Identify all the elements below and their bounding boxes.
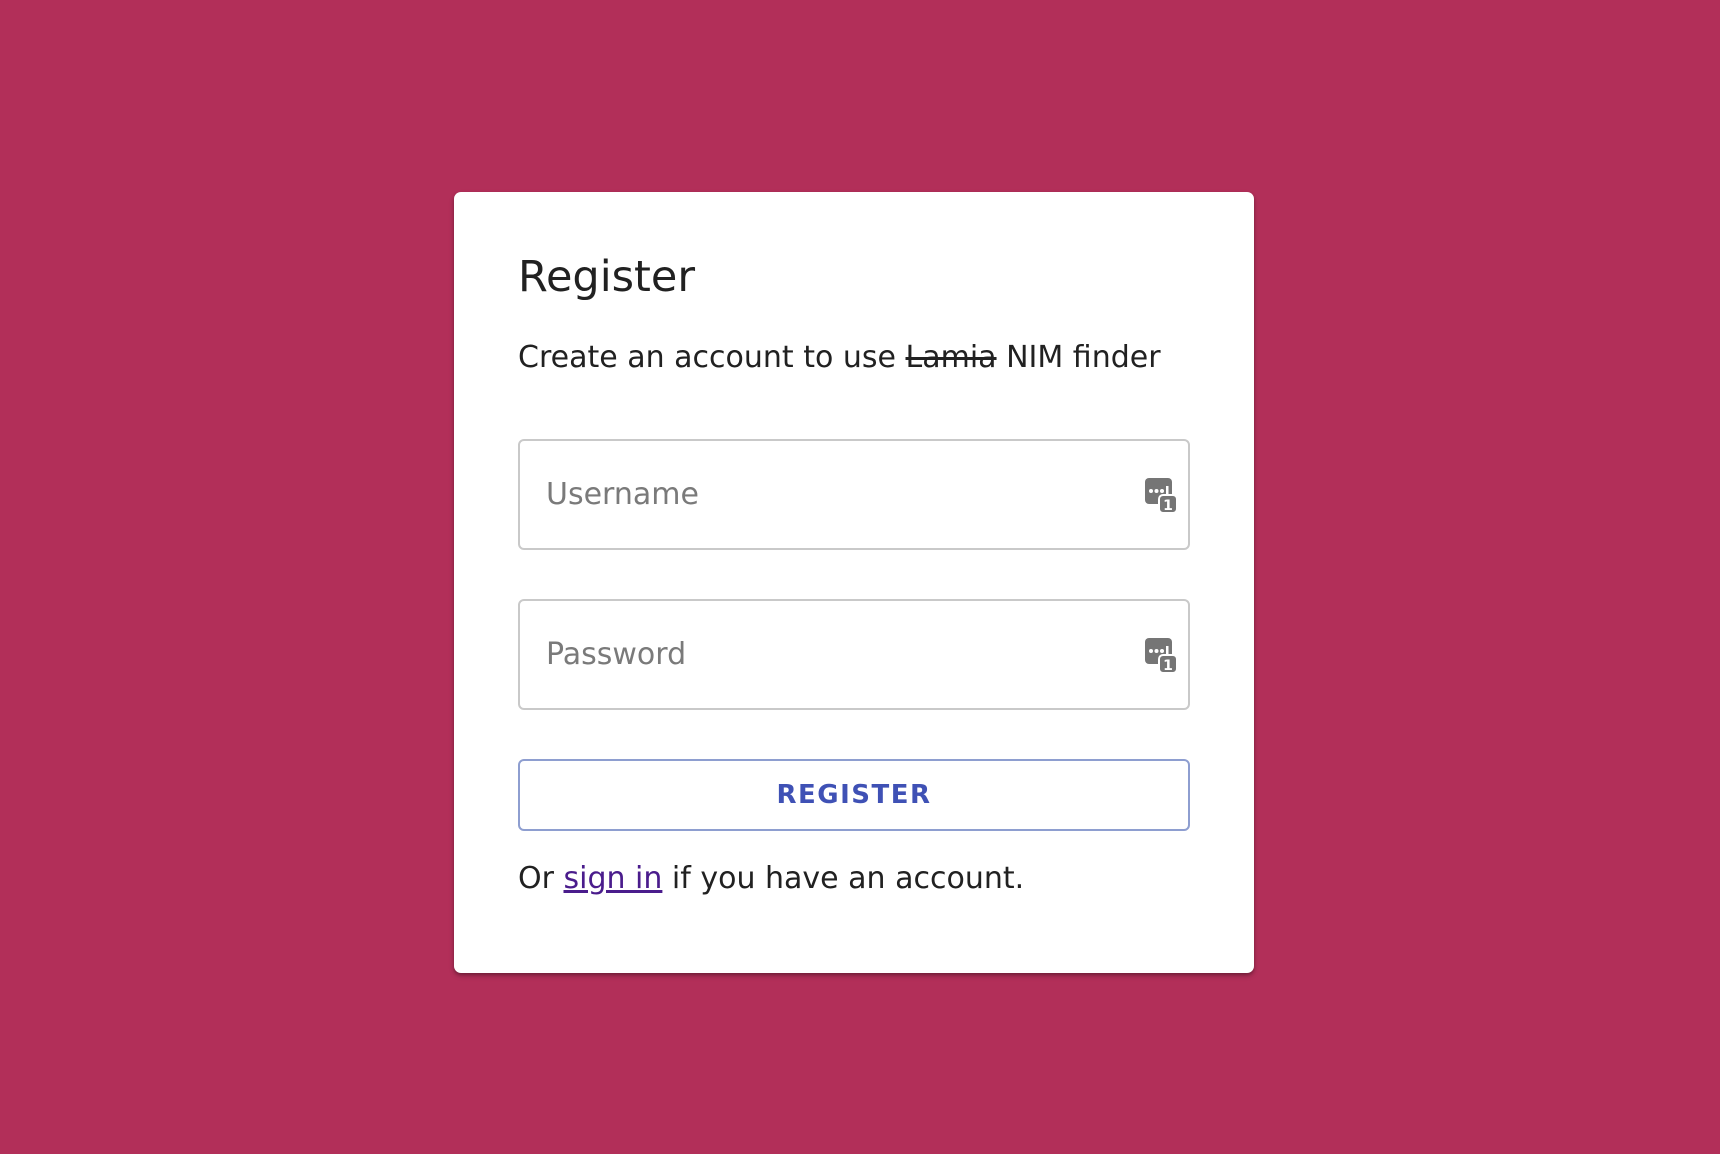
password-manager-icon[interactable]: 1 [1144,637,1178,674]
password-input[interactable] [520,601,1188,708]
username-input[interactable] [520,441,1188,548]
password-field[interactable]: 1 [518,599,1190,710]
page-subtitle: Create an account to use Lamia NIM finde… [518,340,1190,379]
password-manager-icon[interactable]: 1 [1144,477,1178,514]
struck-app-name: Lamia [905,340,997,375]
sign-in-prompt: Or sign in if you have an account. [518,861,1190,896]
footer-prefix: Or [518,861,564,896]
sign-in-link[interactable]: sign in [563,861,662,896]
username-field[interactable]: 1 [518,439,1190,550]
subtitle-suffix: NIM finder [996,340,1161,375]
page-title: Register [518,252,696,302]
subtitle-prefix: Create an account to use [518,340,906,375]
register-button[interactable]: REGISTER [518,759,1190,831]
footer-suffix: if you have an account. [662,861,1025,896]
register-card: Register Create an account to use Lamia … [454,192,1254,973]
svg-text:1: 1 [1163,498,1173,514]
svg-text:1: 1 [1163,658,1173,674]
